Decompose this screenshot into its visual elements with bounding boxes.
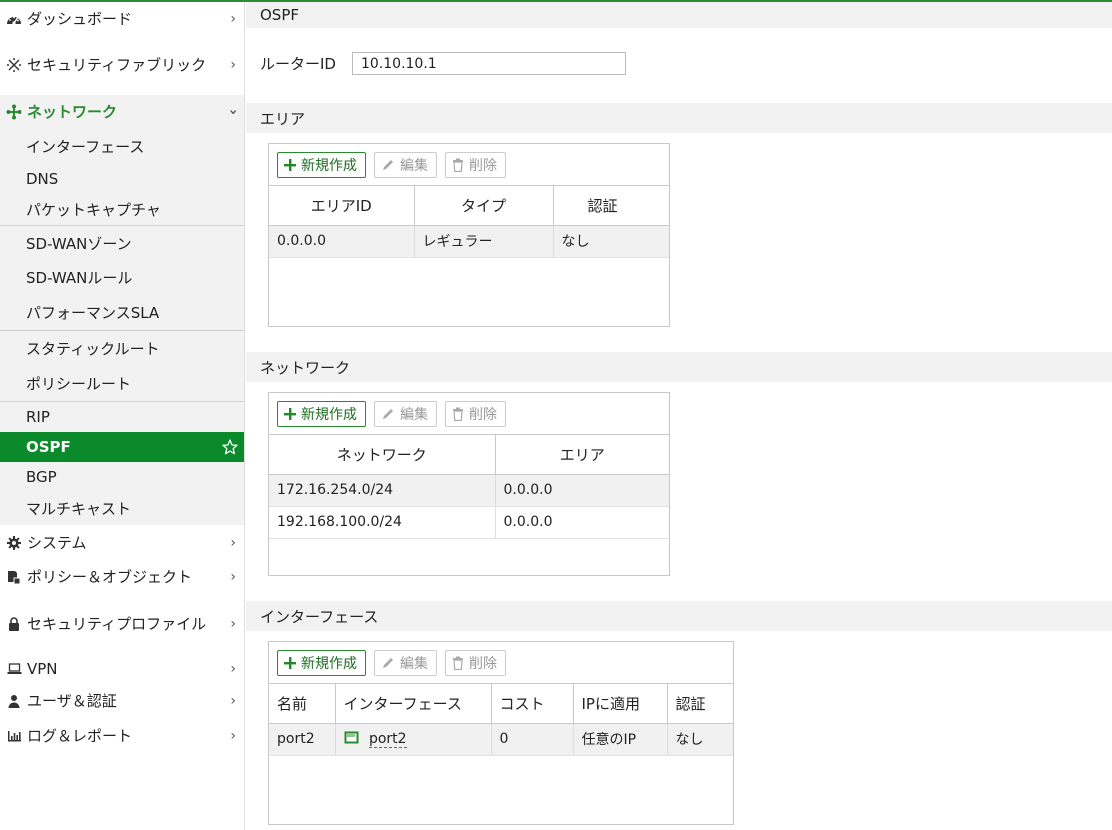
chevron-right-icon: › xyxy=(230,728,236,744)
chevron-right-icon: › xyxy=(230,693,236,709)
network-icon xyxy=(5,104,23,120)
interface-section-header: インターフェース xyxy=(246,601,1112,631)
col-auth[interactable]: 認証 xyxy=(667,684,733,724)
gear-icon xyxy=(5,535,23,550)
col-name[interactable]: 名前 xyxy=(269,684,336,724)
sidebar-item-performance-sla[interactable]: パフォーマンスSLA xyxy=(0,295,244,330)
interface-toolbar: 新規作成 編集 削除 xyxy=(269,642,733,684)
col-cost[interactable]: コスト xyxy=(491,684,574,724)
col-area-id[interactable]: エリアID xyxy=(269,186,415,226)
trash-icon xyxy=(452,158,464,172)
network-delete-button[interactable]: 削除 xyxy=(445,400,506,427)
interface-new-button[interactable]: 新規作成 xyxy=(277,649,366,676)
lock-icon xyxy=(5,617,23,631)
sidebar-item-sdwan-rules[interactable]: SD-WANルール xyxy=(0,260,244,295)
network-panel: 新規作成 編集 削除 ネットワーク エリア 172.16.254.0/24 0.… xyxy=(268,392,670,576)
area-table: エリアID タイプ 認証 0.0.0.0 レギュラー なし xyxy=(269,186,669,258)
router-id-input[interactable] xyxy=(351,52,626,75)
nav-dashboard[interactable]: ダッシュボード › xyxy=(0,2,244,35)
sidebar-item-interfaces[interactable]: インターフェース xyxy=(0,129,244,163)
plus-icon xyxy=(284,407,296,420)
sidebar: ダッシュボード › セキュリティファブリック › ネットワーク › インターフェ… xyxy=(0,2,245,830)
table-row[interactable]: port2 port2 0 任意のIP なし xyxy=(269,723,733,756)
sidebar-item-static-routes[interactable]: スタティックルート xyxy=(0,330,244,366)
nav-policy-objects[interactable]: ポリシー＆オブジェクト › xyxy=(0,560,244,594)
ethernet-port-icon xyxy=(344,731,359,748)
chart-icon xyxy=(5,730,23,742)
area-delete-button[interactable]: 削除 xyxy=(445,151,506,178)
network-edit-button[interactable]: 編集 xyxy=(374,400,437,427)
sidebar-item-sdwan-zones[interactable]: SD-WANゾーン xyxy=(0,225,244,260)
nav-security-fabric[interactable]: セキュリティファブリック › xyxy=(0,35,244,95)
area-panel: 新規作成 編集 削除 エリアID タイプ 認証 0.0.0.0 レギュラー なし xyxy=(268,143,670,327)
chevron-right-icon: › xyxy=(230,569,236,585)
interface-edit-button[interactable]: 編集 xyxy=(374,649,437,676)
chevron-right-icon: › xyxy=(230,661,236,677)
sidebar-item-policy-routes[interactable]: ポリシールート xyxy=(0,366,244,401)
star-icon[interactable] xyxy=(222,439,238,459)
pencil-icon xyxy=(381,158,395,172)
col-type[interactable]: タイプ xyxy=(414,186,554,226)
area-section-header: エリア xyxy=(246,103,1112,133)
fabric-icon xyxy=(5,57,23,73)
pencil-icon xyxy=(381,656,395,670)
table-row[interactable]: 172.16.254.0/24 0.0.0.0 xyxy=(269,474,669,507)
dashboard-icon xyxy=(5,12,23,26)
nav-system[interactable]: システム › xyxy=(0,525,244,560)
trash-icon xyxy=(452,656,464,670)
network-section-header: ネットワーク xyxy=(246,352,1112,382)
trash-icon xyxy=(452,407,464,421)
plus-icon xyxy=(284,656,296,669)
policy-icon xyxy=(5,570,23,585)
network-table: ネットワーク エリア 172.16.254.0/24 0.0.0.0 192.1… xyxy=(269,435,669,539)
col-auth[interactable]: 認証 xyxy=(553,186,669,226)
nav-network[interactable]: ネットワーク › xyxy=(0,95,244,129)
chevron-right-icon: › xyxy=(230,57,236,73)
area-toolbar: 新規作成 編集 削除 xyxy=(269,144,669,186)
network-submenu: インターフェース DNS パケットキャプチャ SD-WANゾーン SD-WANル… xyxy=(0,129,244,525)
interface-panel: 新規作成 編集 削除 名前 インターフェース コスト IPに適用 認証 port… xyxy=(268,641,734,825)
col-network[interactable]: ネットワーク xyxy=(269,435,496,475)
area-new-button[interactable]: 新規作成 xyxy=(277,151,366,178)
col-area[interactable]: エリア xyxy=(495,435,669,475)
interface-cell: port2 xyxy=(335,723,492,756)
router-id-row: ルーターID xyxy=(260,52,626,75)
interface-delete-button[interactable]: 削除 xyxy=(445,649,506,676)
chevron-right-icon: › xyxy=(230,10,236,27)
router-id-label: ルーターID xyxy=(260,55,336,73)
col-interface[interactable]: インターフェース xyxy=(335,684,492,724)
chevron-right-icon: › xyxy=(230,616,236,632)
sidebar-item-dns[interactable]: DNS xyxy=(0,163,244,194)
table-row[interactable]: 0.0.0.0 レギュラー なし xyxy=(269,225,669,258)
table-row[interactable]: 192.168.100.0/24 0.0.0.0 xyxy=(269,506,669,539)
chevron-down-icon: › xyxy=(225,109,242,115)
network-new-button[interactable]: 新規作成 xyxy=(277,400,366,427)
interface-table: 名前 インターフェース コスト IPに適用 認証 port2 port2 0 任… xyxy=(269,684,733,756)
page-title: OSPF xyxy=(246,2,1112,28)
area-edit-button[interactable]: 編集 xyxy=(374,151,437,178)
nav-vpn[interactable]: VPN › xyxy=(0,654,244,684)
main-content: OSPF ルーターID エリア 新規作成 編集 削除 エリア xyxy=(246,2,1112,830)
sidebar-item-ospf[interactable]: OSPF xyxy=(0,432,244,462)
sidebar-item-rip[interactable]: RIP xyxy=(0,401,244,432)
port-link[interactable]: port2 xyxy=(368,731,407,748)
col-apply-ip[interactable]: IPに適用 xyxy=(573,684,668,724)
user-icon xyxy=(5,694,23,708)
nav-user-auth[interactable]: ユーザ＆認証 › xyxy=(0,684,244,718)
nav-security-profiles[interactable]: セキュリティプロファイル › xyxy=(0,594,244,654)
network-toolbar: 新規作成 編集 削除 xyxy=(269,393,669,435)
chevron-right-icon: › xyxy=(230,534,236,551)
sidebar-item-packet-capture[interactable]: パケットキャプチャ xyxy=(0,194,244,225)
sidebar-item-multicast[interactable]: マルチキャスト xyxy=(0,492,244,525)
sidebar-item-bgp[interactable]: BGP xyxy=(0,462,244,492)
nav-log-report[interactable]: ログ＆レポート › xyxy=(0,718,244,754)
plus-icon xyxy=(284,158,296,171)
laptop-icon xyxy=(5,663,23,675)
pencil-icon xyxy=(381,407,395,421)
